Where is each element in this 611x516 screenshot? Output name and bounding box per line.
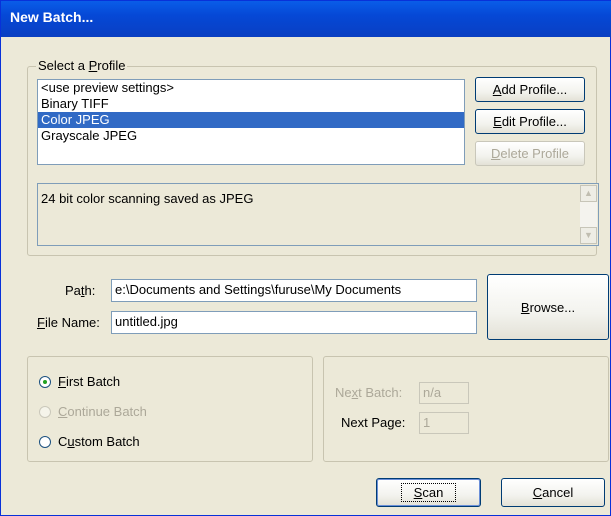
next-page-label: Next Page:: [341, 415, 406, 430]
edit-profile-button-label: Edit Profile...: [493, 114, 567, 129]
scroll-down-icon[interactable]: ▼: [580, 227, 597, 244]
cancel-button[interactable]: Cancel: [501, 478, 605, 507]
path-input[interactable]: e:\Documents and Settings\furuse\My Docu…: [111, 279, 477, 302]
file-name-value: untitled.jpg: [115, 314, 178, 329]
first-batch-label: First Batch: [58, 374, 121, 389]
first-batch-radio-icon: [39, 375, 51, 388]
file-name-label: File Name:: [37, 315, 100, 330]
scroll-up-icon[interactable]: ▲: [580, 185, 597, 202]
next-batch-input[interactable]: n/a: [419, 382, 469, 404]
profile-group-title: Select a Profile: [36, 58, 128, 73]
path-value: e:\Documents and Settings\furuse\My Docu…: [115, 282, 402, 297]
custom-batch-radio-icon: [39, 435, 51, 448]
path-label: Path:: [65, 283, 96, 298]
add-profile-button[interactable]: Add Profile...: [475, 77, 585, 102]
next-batch-label: Next Batch:: [335, 385, 403, 400]
profile-item-grayscale-jpeg[interactable]: Grayscale JPEG: [38, 128, 464, 144]
scan-button-label: Scan: [400, 483, 457, 502]
cancel-button-label: Cancel: [532, 485, 574, 500]
scan-button[interactable]: Scan: [376, 478, 481, 507]
window-title: New Batch...: [10, 9, 94, 25]
edit-profile-button[interactable]: Edit Profile...: [475, 109, 585, 134]
file-name-input[interactable]: untitled.jpg: [111, 311, 477, 334]
continue-batch-label: Continue Batch: [58, 404, 147, 419]
title-bar[interactable]: New Batch...: [1, 1, 611, 37]
profile-list[interactable]: <use preview settings> Binary TIFF Color…: [37, 79, 465, 165]
new-batch-dialog: New Batch... Select a Profile <use previ…: [0, 0, 611, 516]
first-batch-radio[interactable]: First Batch: [39, 374, 120, 389]
browse-button[interactable]: Browse...: [487, 274, 609, 340]
delete-profile-button[interactable]: Delete Profile: [475, 141, 585, 166]
continue-batch-radio-icon: [39, 405, 51, 418]
browse-button-label: Browse...: [520, 299, 576, 315]
custom-batch-radio[interactable]: Custom Batch: [39, 434, 140, 449]
profile-item-color-jpeg[interactable]: Color JPEG: [38, 112, 464, 128]
next-page-value: 1: [423, 415, 431, 430]
profile-item-preview[interactable]: <use preview settings>: [38, 80, 464, 96]
profile-item-binary-tiff[interactable]: Binary TIFF: [38, 96, 464, 112]
profile-description-text: 24 bit color scanning saved as JPEG: [41, 191, 254, 206]
profile-description: 24 bit color scanning saved as JPEG ▲ ▼: [37, 183, 599, 246]
next-batch-value: n/a: [423, 385, 442, 400]
next-page-input[interactable]: 1: [419, 412, 469, 434]
delete-profile-button-label: Delete Profile: [490, 146, 570, 161]
next-batch-group: [323, 356, 609, 462]
custom-batch-label: Custom Batch: [58, 434, 140, 449]
description-scrollbar[interactable]: ▲ ▼: [580, 185, 597, 244]
continue-batch-radio[interactable]: Continue Batch: [39, 404, 147, 419]
add-profile-button-label: Add Profile...: [492, 82, 568, 97]
